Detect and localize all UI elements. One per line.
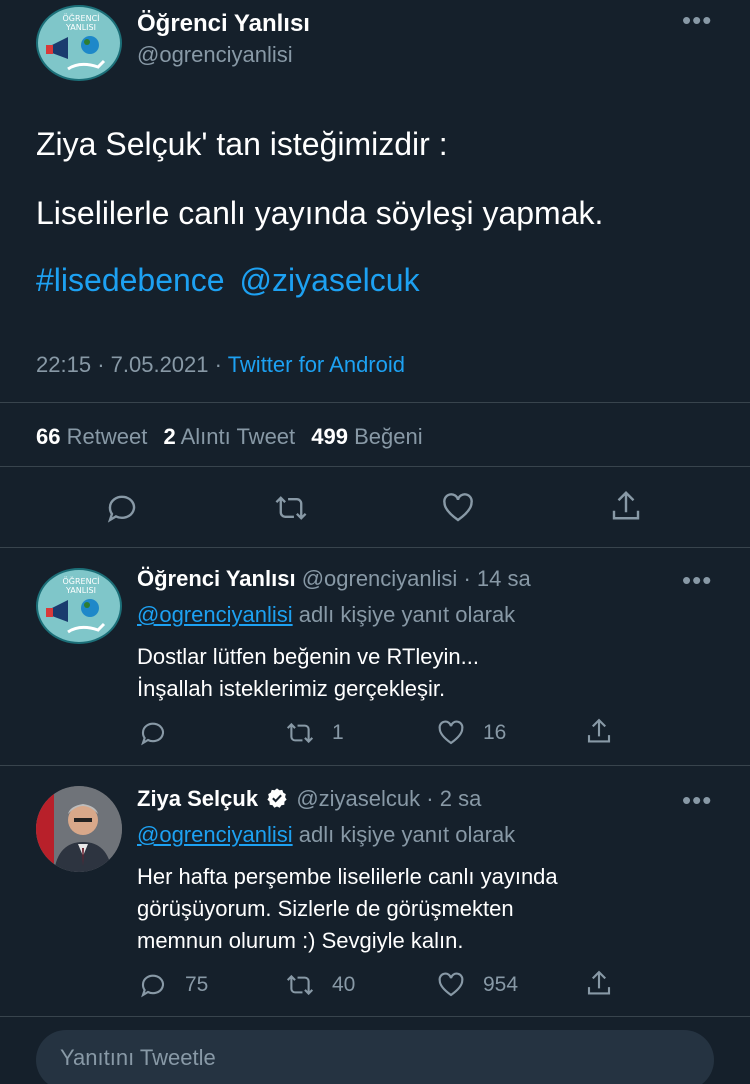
replying-to: @ogrenciyanlisi adlı kişiye yanıt olarak xyxy=(137,602,515,628)
divider xyxy=(0,1016,750,1017)
avatar-logo-text-1: ÖĞRENCİ xyxy=(62,12,99,23)
quote-stat[interactable]: 2 Alıntı Tweet xyxy=(163,424,301,449)
tweet-time: 22:15 xyxy=(36,352,92,377)
quote-stat-count: 2 xyxy=(163,424,176,449)
like-count: 954 xyxy=(483,973,519,996)
more-icon[interactable]: ••• xyxy=(682,567,712,593)
retweet-icon[interactable] xyxy=(284,718,316,748)
reply-time[interactable]: · 2 sa xyxy=(426,786,481,811)
reply-input[interactable]: Yanıtını Tweetle xyxy=(36,1030,714,1084)
reply-avatar[interactable]: ÖĞRENCİ YANLISI xyxy=(36,568,122,644)
meta-separator: · xyxy=(214,352,222,377)
megaphone-logo-icon: ÖĞRENCİ YANLISI xyxy=(46,575,106,634)
avatar-logo-text-1: ÖĞRENCİ xyxy=(62,575,99,586)
megaphone-logo-icon: ÖĞRENCİ YANLISI xyxy=(46,12,106,71)
reply-header: Öğrenci Yanlısı @ogrenciyanlisi · 14 sa xyxy=(137,566,531,592)
tweet-source[interactable]: Twitter for Android xyxy=(228,352,405,377)
person-photo-icon xyxy=(36,786,122,872)
avatar-logo-text-2: YANLISI xyxy=(65,23,96,32)
like-stat-label: Beğeni xyxy=(354,424,423,449)
reply-text-line-1: Dostlar lütfen beğenin ve RTleyin... xyxy=(137,644,479,669)
hashtag-link[interactable]: #lisedebence xyxy=(36,262,225,298)
retweet-count: 1 xyxy=(332,721,344,744)
reply-input-placeholder: Yanıtını Tweetle xyxy=(60,1045,216,1070)
reply-icon[interactable] xyxy=(104,490,140,526)
verified-badge-icon xyxy=(266,787,288,809)
replying-to-handle[interactable]: @ogrenciyanlisi xyxy=(137,602,293,627)
reply-time[interactable]: · 14 sa xyxy=(463,566,530,591)
tweet-date: 7.05.2021 xyxy=(110,352,209,377)
reply-author-handle[interactable]: @ziyaselcuk xyxy=(296,786,420,811)
more-icon[interactable]: ••• xyxy=(682,787,712,813)
reply-text-line-2: görüşüyorum. Sizlerle de görüşmekten xyxy=(137,896,514,921)
divider xyxy=(0,466,750,467)
like-icon[interactable] xyxy=(436,970,466,1000)
reply-text-line-1: Her hafta perşembe liselilerle canlı yay… xyxy=(137,864,558,889)
tweet-stats: 66 Retweet 2 Alıntı Tweet 499 Beğeni xyxy=(36,424,423,450)
divider xyxy=(0,765,750,766)
reply-header: Ziya Selçuk @ziyaselcuk · 2 sa xyxy=(137,786,481,812)
author-handle[interactable]: @ogrenciyanlisi xyxy=(137,42,293,68)
retweet-stat-label: Retweet xyxy=(66,424,148,449)
more-icon[interactable]: ••• xyxy=(682,7,712,33)
reply-author-name[interactable]: Öğrenci Yanlısı xyxy=(137,566,296,591)
replying-to-handle[interactable]: @ogrenciyanlisi xyxy=(137,822,293,847)
reply-author-name[interactable]: Ziya Selçuk xyxy=(137,786,258,811)
like-icon[interactable] xyxy=(436,718,466,748)
retweet-icon[interactable] xyxy=(272,490,310,526)
share-icon[interactable] xyxy=(584,716,614,748)
tweet-text-line-2: Liselilerle canlı yayında söyleşi yapmak… xyxy=(36,195,604,231)
replying-to-suffix: adlı kişiye yanıt olarak xyxy=(298,822,516,847)
reply-icon[interactable] xyxy=(138,718,168,748)
tweet-meta: 22:15 · 7.05.2021 · Twitter for Android xyxy=(36,352,405,378)
tweet-text-line-1: Ziya Selçuk' tan isteğimizdir : xyxy=(36,126,448,162)
replying-to: @ogrenciyanlisi adlı kişiye yanıt olarak xyxy=(137,822,515,848)
retweet-count: 40 xyxy=(332,973,356,996)
reply-text-line-3: memnun olurum :) Sevgiyle kalın. xyxy=(137,928,464,953)
author-name[interactable]: Öğrenci Yanlısı xyxy=(137,10,310,38)
avatar-logo-text-2: YANLISI xyxy=(65,586,96,595)
quote-stat-label: Alıntı Tweet xyxy=(180,424,296,449)
author-avatar[interactable]: ÖĞRENCİ YANLISI xyxy=(36,5,122,81)
reply-author-handle[interactable]: @ogrenciyanlisi xyxy=(302,566,458,591)
divider xyxy=(0,547,750,548)
reply-text-line-2: İnşallah isteklerimiz gerçekleşir. xyxy=(137,676,446,701)
reply-count: 75 xyxy=(185,973,209,996)
retweet-icon[interactable] xyxy=(284,970,316,1000)
like-stat-count: 499 xyxy=(311,424,348,449)
share-icon[interactable] xyxy=(584,968,614,1000)
reply-avatar[interactable] xyxy=(36,786,122,872)
like-stat[interactable]: 499 Beğeni xyxy=(311,424,422,449)
tweet-links: #lisedebence @ziyaselcuk xyxy=(36,262,420,299)
replying-to-suffix: adlı kişiye yanıt olarak xyxy=(298,602,516,627)
divider xyxy=(0,402,750,403)
like-count: 16 xyxy=(483,721,507,744)
retweet-stat[interactable]: 66 Retweet xyxy=(36,424,153,449)
mention-link[interactable]: @ziyaselcuk xyxy=(239,262,419,298)
reply-icon[interactable] xyxy=(138,970,168,1000)
share-icon[interactable] xyxy=(608,488,644,526)
retweet-stat-count: 66 xyxy=(36,424,61,449)
meta-separator: · xyxy=(97,352,105,377)
like-icon[interactable] xyxy=(440,490,476,526)
